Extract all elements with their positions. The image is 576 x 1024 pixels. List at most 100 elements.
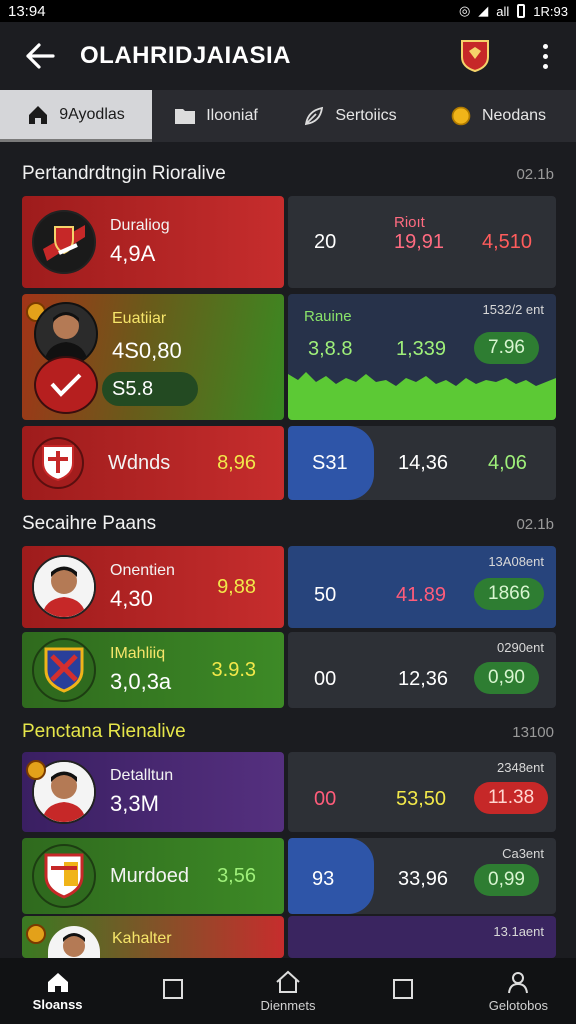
stat-value: 14,36 [398,451,449,474]
stat-pill: 0,90 [474,662,539,694]
home-icon [47,972,68,992]
square-icon [162,979,183,999]
team-name: Wdnds [108,451,171,474]
tab-sertoiics[interactable]: Sertoiics [280,90,420,142]
section-title: Secaihre Paans [22,513,157,534]
section-header: Secaihre Paans 02.1b [22,510,554,538]
chart-card: Rauine 1532/2 ent 3,8.8 1,339 7.96 [288,294,556,420]
tab-home[interactable]: 9Ayodlas [0,90,152,142]
team-side-value: 3,56 [217,864,256,887]
team-logo-icon [32,210,96,274]
app-bar: OLAHRIDJAIASIA [0,22,576,90]
section-title: Pertandrdtngin Rioralive [22,163,226,184]
stats-card: S31 14,36 4,06 [288,426,556,500]
nav-label: Dienmets [260,997,316,1013]
square-icon [393,979,414,999]
nav-label: Sloanss [32,996,83,1012]
team-value: 4,30 [110,586,153,611]
match-row[interactable]: Kahalter 13.1aent [22,916,556,958]
chart-label: Rauine [304,308,352,325]
stat-value: 12,36 [398,668,449,690]
team-card[interactable]: Murdoed 3,56 [22,838,284,914]
stat-value: 4,06 [488,451,527,474]
tab-ilooniaf[interactable]: Ilooniaf [152,90,280,142]
player-avatar [32,555,96,619]
stats-card: 20 19,91 4,510 Rioıt [288,196,556,288]
team-card[interactable]: Duraliog 4,9A [22,196,284,288]
alarm-icon: ◎ [458,3,471,18]
stat-value: 53,50 [396,788,447,810]
tab-neodans[interactable]: Neodans [420,90,576,142]
section-header: Penctana Rienalive 13100 [22,718,554,746]
team-name: IMahliiq [110,645,166,662]
sub-value-pill: S5.8 [102,372,198,406]
nav-dienmets[interactable]: Dienmets [230,958,345,1024]
nav-square-2[interactable] [346,958,461,1024]
tab-label: 9Ayodlas [59,105,125,123]
nav-home[interactable]: Sloanss [0,958,115,1024]
folder-icon [174,105,196,127]
stat-value: S31 [312,451,348,474]
leaf-icon [303,105,325,127]
section-meta: 02.1b [516,165,554,183]
team-value: 4S0,80 [112,338,182,363]
team-card[interactable]: Wdnds 8,96 [22,426,284,500]
more-options-icon[interactable] [530,36,560,76]
section-header: Pertandrdtngin Rioralive 02.1b [22,160,554,188]
team-card[interactable]: Detalltun 3,3M [22,752,284,832]
team-logo-icon [32,638,96,702]
nav-profile[interactable]: Gelotobos [461,958,576,1024]
stat-pill: 0,99 [474,864,539,896]
player-avatar [48,926,100,958]
team-card[interactable]: Euatiiar 4S0,80 S5.8 [22,294,284,420]
team-logo-icon [32,844,96,908]
team-name: Kahalter [112,930,172,947]
sparkline-area [288,372,556,420]
team-value: 3,3M [110,791,159,816]
match-row[interactable]: IMahliiq 3,0,3a 3.9.3 0290ent 00 12,36 0… [22,632,556,708]
match-row[interactable]: Murdoed 3,56 Ca3ent 93 33,96 0,99 [22,838,556,914]
match-row[interactable]: Wdnds 8,96 S31 14,36 4,06 [22,426,556,500]
team-logo-icon [32,437,84,489]
match-row[interactable]: Duraliog 4,9A 20 19,91 4,510 Rioıt [22,196,556,288]
medal-icon [450,105,472,127]
status-icons: ◎ ◢ all 1R:93 [459,3,568,19]
stats-card: 13A08ent 50 41.89 1866 [288,546,556,628]
stat-value: 00 [314,788,337,810]
status-bar: 13:94 ◎ ◢ all 1R:93 [0,0,576,22]
stat-value: 20 [314,230,337,253]
team-side-value: 3.9.3 [211,658,256,681]
team-name: Murdoed [110,864,189,887]
match-row[interactable]: Detalltun 3,3M 2348ent 00 53,50 11.38 [22,752,556,832]
stat-value: 1,339 [396,338,447,360]
stat-meta: 2348ent [497,760,544,775]
stats-card: Ca3ent 93 33,96 0,99 [288,838,556,914]
stat-pill: 1866 [474,578,545,610]
stat-meta: 13.1aent [493,924,544,939]
club-crest-icon[interactable] [460,39,490,73]
nav-square-1[interactable] [115,958,230,1024]
stats-card: 0290ent 00 12,36 0,90 [288,632,556,708]
chart-meta: 1532/2 ent [482,302,544,317]
back-arrow-icon[interactable] [0,22,80,90]
team-card[interactable]: Kahalter [22,916,284,958]
nav-label: Gelotobos [488,997,549,1013]
team-card[interactable]: Onentien 4,30 9,88 [22,546,284,628]
checkmark-icon [34,356,98,414]
stat-value: 3,8.8 [308,338,353,360]
stat-small-label: Rioıt [394,214,425,231]
team-name: Onentien [110,562,175,579]
match-row[interactable]: Euatiiar 4S0,80 S5.8 Rauine 1532/2 ent 3… [22,294,556,420]
tab-label: Ilooniaf [206,107,258,124]
badge-icon [26,760,46,780]
person-icon [508,971,529,993]
stat-value: 33,96 [398,868,449,890]
bottom-nav: Sloanss Dienmets Gelotobos [0,958,576,1024]
team-card[interactable]: IMahliiq 3,0,3a 3.9.3 [22,632,284,708]
battery-icon [517,4,526,18]
match-row[interactable]: Onentien 4,30 9,88 13A08ent 50 41.89 186… [22,546,556,628]
stat-value: 41.89 [396,584,447,606]
stat-pill: 7.96 [474,332,539,364]
app-title: OLAHRIDJAIASIA [80,42,292,69]
stat-value: 19,91 [394,230,445,253]
